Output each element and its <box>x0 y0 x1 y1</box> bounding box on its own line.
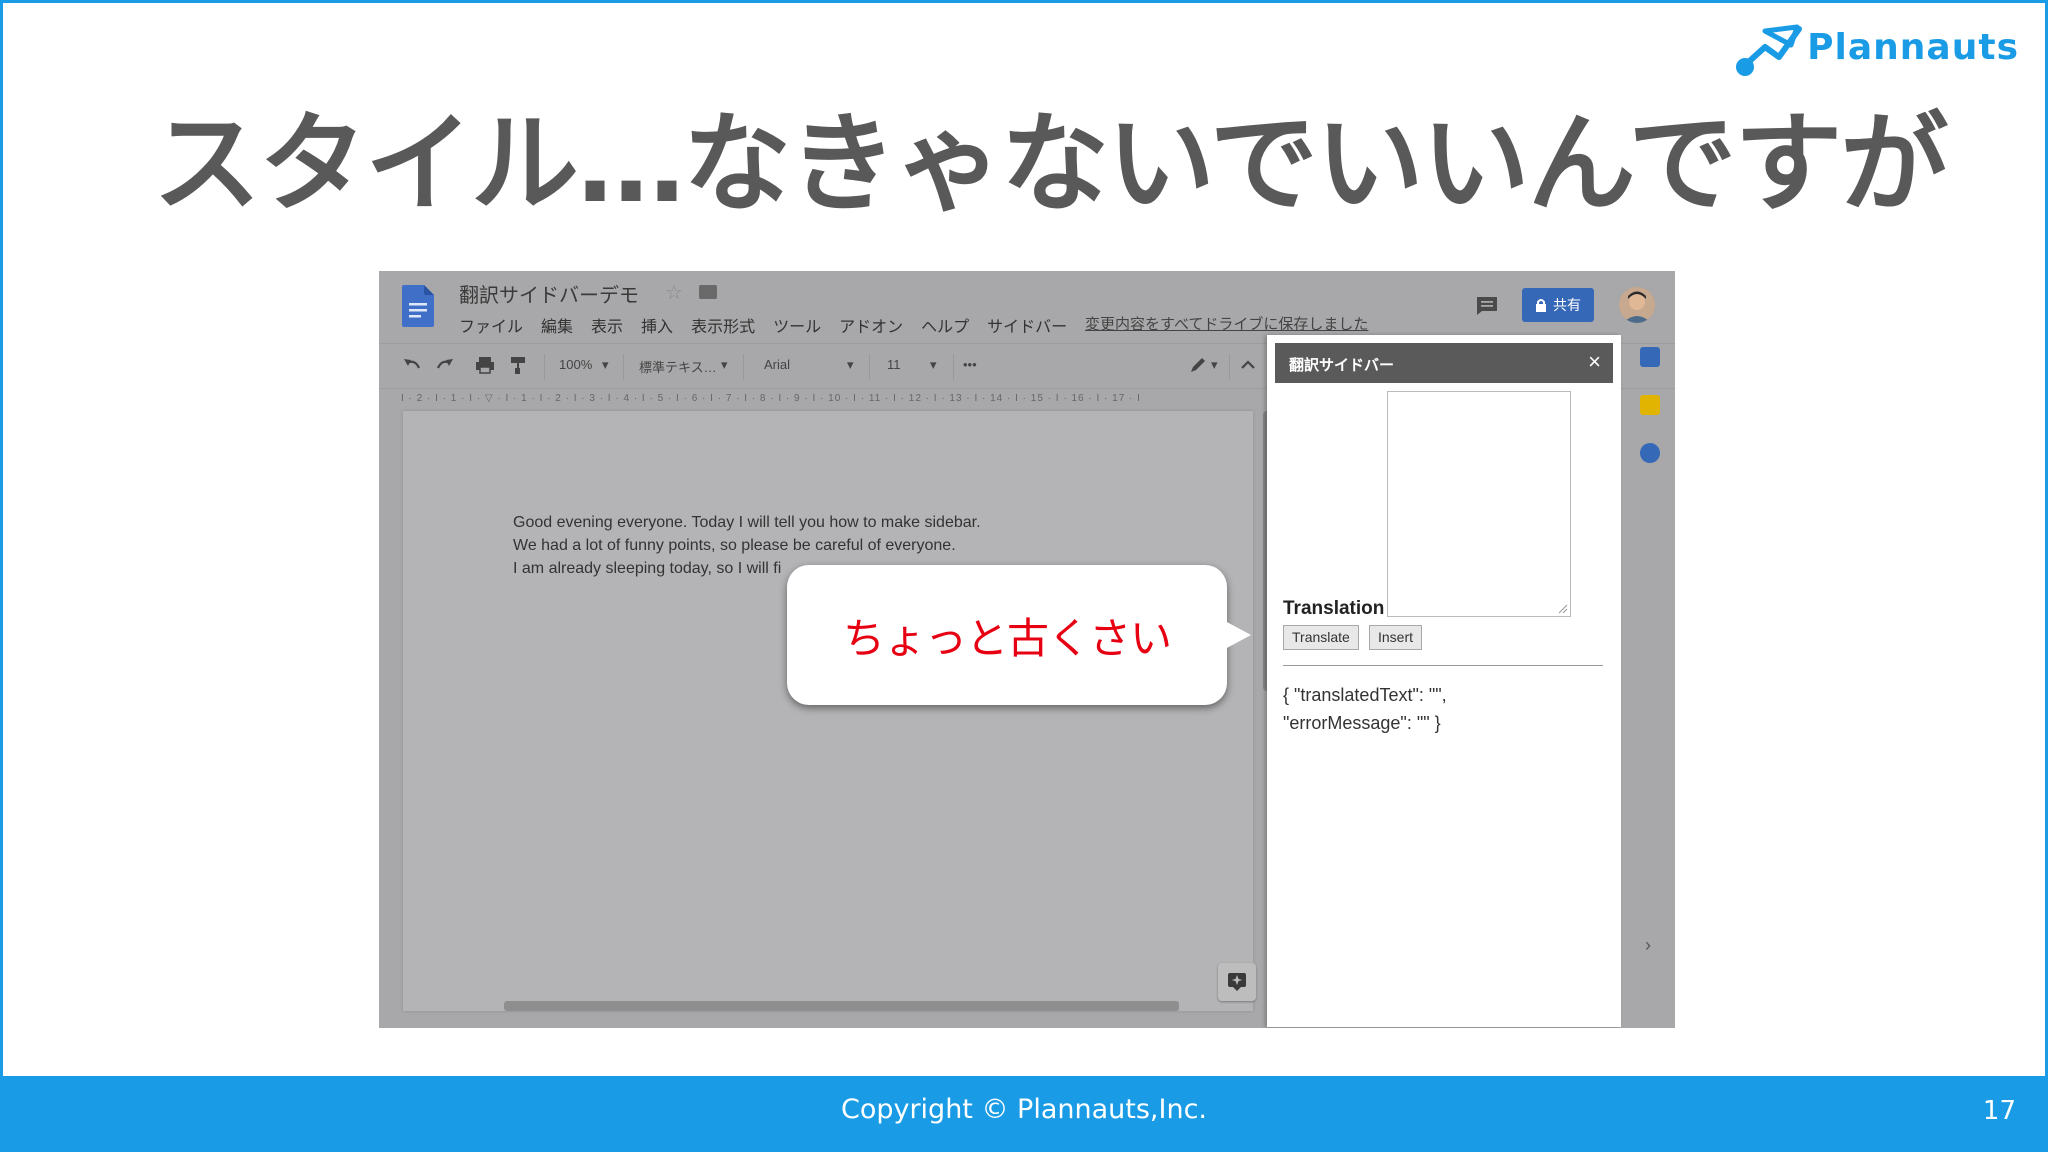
plannauts-logo: Plannauts <box>1735 17 2019 77</box>
editing-mode-icon[interactable] <box>1187 354 1209 376</box>
comment-icon[interactable] <box>1476 296 1498 316</box>
mode-dropdown-icon[interactable]: ▾ <box>1211 357 1218 373</box>
plannauts-logo-icon <box>1736 24 1803 76</box>
document-line[interactable]: We had a lot of funny points, so please … <box>513 537 956 555</box>
more-tools-button[interactable]: ••• <box>963 357 977 372</box>
google-docs-icon <box>402 285 434 327</box>
toolbar-separator <box>1229 354 1230 380</box>
toolbar-separator <box>623 354 624 380</box>
menu-sidebar[interactable]: サイドバー <box>987 313 1067 337</box>
document-title[interactable]: 翻訳サイドバーデモ <box>459 279 639 308</box>
paint-format-icon[interactable] <box>507 354 529 376</box>
size-dropdown-icon[interactable]: ▾ <box>930 357 937 373</box>
avatar[interactable] <box>1619 287 1655 323</box>
google-docs-screenshot: 翻訳サイドバーデモ ☆ ファイル 編集 表示 挿入 表示形式 ツール アドオン … <box>379 271 1675 1028</box>
slide-title: スタイル…なきゃないでいいんですが <box>153 102 1948 227</box>
json-output-line: "errorMessage": "" } <box>1283 713 1441 733</box>
menu-view[interactable]: 表示 <box>591 313 623 337</box>
font-dropdown-icon[interactable]: ▾ <box>847 357 854 373</box>
document-line[interactable]: Good evening everyone. Today I will tell… <box>513 514 981 532</box>
slide: Plannauts スタイル…なきゃないでいいんですが 翻訳サイドバーデモ ☆ … <box>0 0 2048 1076</box>
font-select[interactable]: Arial <box>764 357 790 372</box>
style-dropdown-icon[interactable]: ▾ <box>721 357 728 373</box>
menu-tools[interactable]: ツール <box>773 313 821 337</box>
toolbar-separator <box>544 354 545 380</box>
translation-sidebar: 翻訳サイドバー × Translation Translate Insert {… <box>1267 335 1621 1027</box>
print-icon[interactable] <box>474 354 496 376</box>
sidebar-title: 翻訳サイドバー <box>1289 357 1395 374</box>
share-button[interactable]: 共有 <box>1522 288 1594 322</box>
speech-bubble: ちょっと古くさい <box>787 565 1251 705</box>
document-line[interactable]: I am already sleeping today, so I will f… <box>513 560 781 578</box>
menu-file[interactable]: ファイル <box>459 313 523 337</box>
logo-text: Plannauts <box>1807 26 2019 68</box>
tasks-icon[interactable] <box>1640 443 1660 463</box>
undo-icon[interactable] <box>401 354 423 376</box>
redo-icon[interactable] <box>434 354 456 376</box>
explore-icon <box>1228 973 1246 991</box>
chevron-up-icon[interactable] <box>1237 354 1259 376</box>
horizontal-scrollbar[interactable] <box>504 1001 1179 1011</box>
font-size-select[interactable]: 11 <box>887 357 901 372</box>
resize-handle-icon[interactable] <box>1558 604 1568 614</box>
docs-menubar: ファイル 編集 表示 挿入 表示形式 ツール アドオン ヘルプ サイドバー <box>459 313 1085 337</box>
zoom-select[interactable]: 100% <box>559 357 592 372</box>
json-output-line: { "translatedText": "", <box>1283 685 1447 705</box>
insert-button[interactable]: Insert <box>1369 625 1423 650</box>
toolbar-separator <box>953 354 954 380</box>
close-icon[interactable]: × <box>1588 349 1601 375</box>
side-panel-rail: › <box>1629 335 1675 1027</box>
page-number: 17 <box>1982 1096 2016 1126</box>
sidebar-header: 翻訳サイドバー × <box>1275 343 1613 383</box>
menu-format[interactable]: 表示形式 <box>691 313 755 337</box>
user-avatar-icon <box>1619 287 1655 323</box>
folder-icon[interactable] <box>699 285 717 299</box>
json-output: { "translatedText": "", "errorMessage": … <box>1283 681 1533 737</box>
menu-edit[interactable]: 編集 <box>541 313 573 337</box>
share-label: 共有 <box>1553 297 1581 313</box>
callout-text: ちょっと古くさい <box>842 614 1172 663</box>
lock-icon <box>1536 299 1546 312</box>
ruler-marks: I · 2 · I · 1 · I · ▽ · I · 1 · I · 2 · … <box>401 393 1141 404</box>
copyright: Copyright © Plannauts,Inc. <box>840 1094 1208 1125</box>
slide-footer: Copyright © Plannauts,Inc. 17 <box>0 1076 2048 1152</box>
toolbar-separator <box>869 354 870 380</box>
chevron-right-icon[interactable]: › <box>1645 935 1651 956</box>
translate-button[interactable]: Translate <box>1283 625 1359 650</box>
translation-textarea[interactable] <box>1387 391 1571 617</box>
explore-button[interactable] <box>1218 963 1256 1001</box>
toolbar-separator <box>743 354 744 380</box>
document-page[interactable]: Good evening everyone. Today I will tell… <box>403 411 1253 1011</box>
calendar-icon[interactable] <box>1640 347 1660 367</box>
star-icon[interactable]: ☆ <box>665 280 683 305</box>
save-status[interactable]: 変更内容をすべてドライブに保存しました <box>1085 313 1368 334</box>
sidebar-divider <box>1283 665 1603 666</box>
zoom-dropdown-icon[interactable]: ▾ <box>602 357 609 373</box>
menu-help[interactable]: ヘルプ <box>921 313 969 337</box>
translation-label: Translation <box>1283 598 1385 619</box>
menu-addons[interactable]: アドオン <box>839 313 903 337</box>
menu-insert[interactable]: 挿入 <box>641 313 673 337</box>
paragraph-style-select[interactable]: 標準テキス… <box>639 357 717 376</box>
keep-icon[interactable] <box>1640 395 1660 415</box>
